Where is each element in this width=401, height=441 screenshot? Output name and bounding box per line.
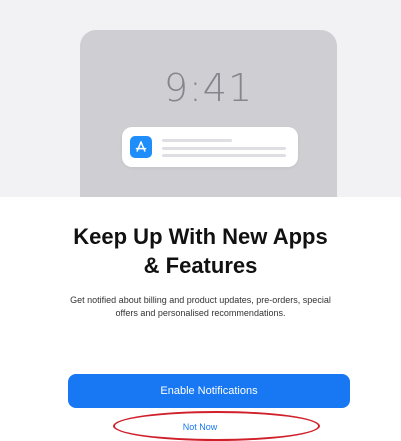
- app-store-icon: [130, 136, 152, 158]
- title-line-1: Keep Up With New Apps: [73, 224, 328, 249]
- lock-screen-time: 9:41: [163, 66, 254, 110]
- notification-placeholder-line: [162, 139, 232, 142]
- title-line-2: & Features: [143, 253, 258, 278]
- lock-screen-illustration: 9:41: [80, 30, 337, 197]
- notification-preview-card: [122, 127, 298, 167]
- enable-notifications-button[interactable]: Enable Notifications: [68, 374, 350, 408]
- not-now-link[interactable]: Not Now: [150, 418, 250, 436]
- app-store-glyph: [135, 141, 147, 152]
- notifications-prompt-screen: 9:41 Keep Up With New Apps & Features Ge…: [0, 0, 401, 441]
- page-title: Keep Up With New Apps & Features: [0, 222, 401, 280]
- notification-placeholder-line: [162, 147, 286, 150]
- notification-placeholder-line: [162, 154, 286, 157]
- page-subtitle: Get notified about billing and product u…: [70, 295, 331, 318]
- hero-illustration: 9:41: [0, 0, 401, 197]
